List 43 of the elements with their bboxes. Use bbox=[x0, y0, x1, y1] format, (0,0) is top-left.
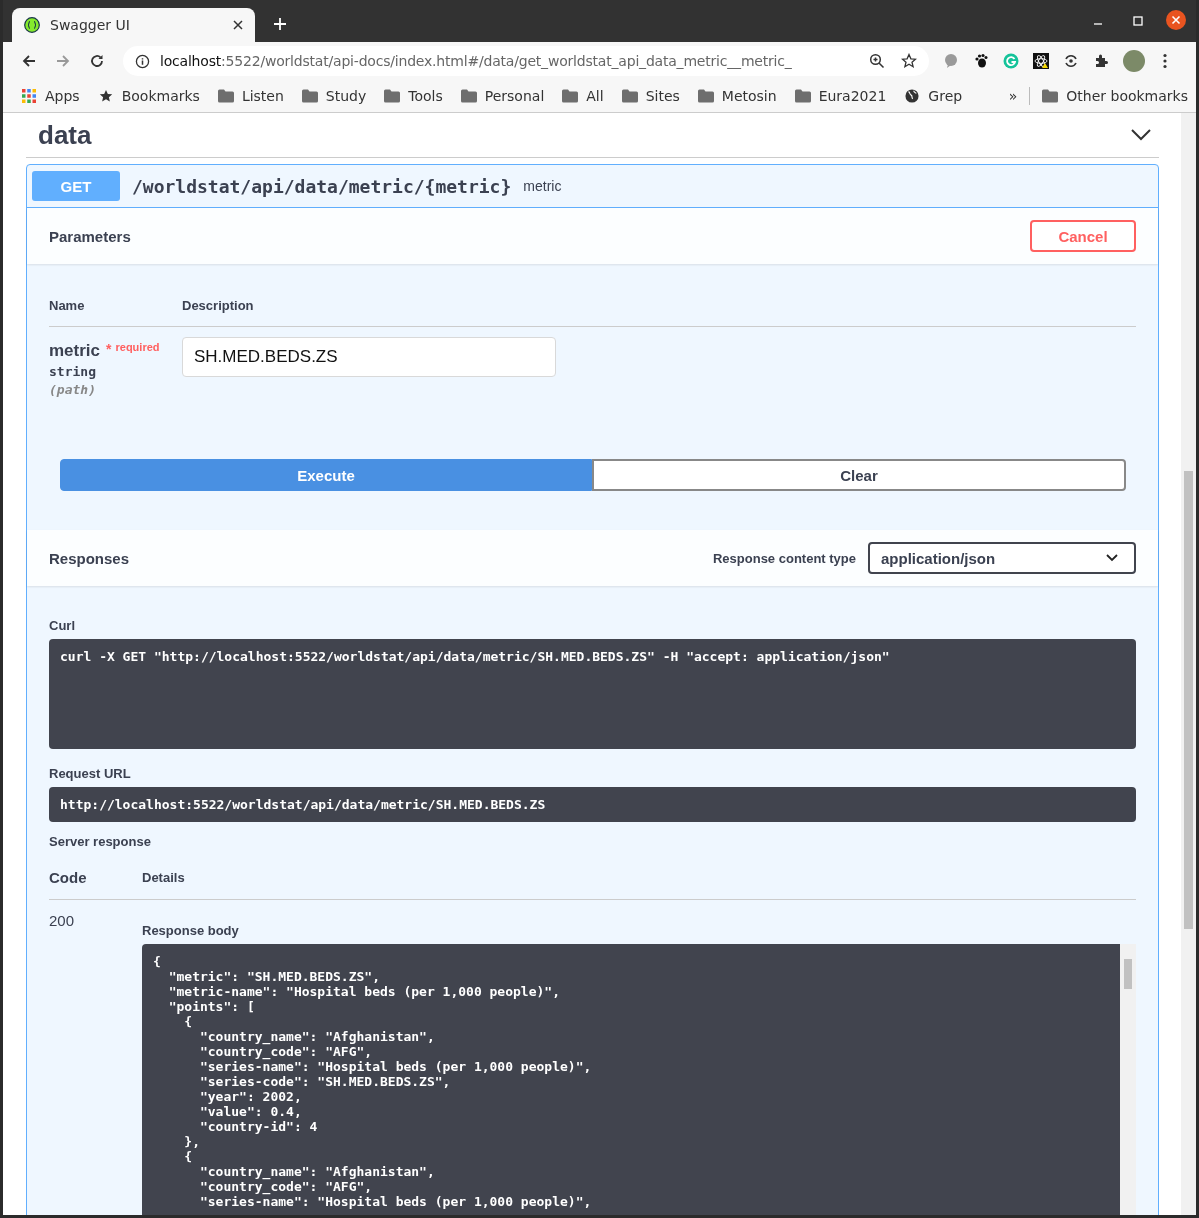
section-title[interactable]: data bbox=[38, 119, 92, 151]
endpoint-summary: metric bbox=[523, 178, 562, 194]
request-url: http://localhost:5522/worldstat/api/data/metric/SH.MED.BEDS.ZS bbox=[49, 787, 1136, 822]
method-badge: GET bbox=[32, 171, 120, 201]
browser-tab[interactable]: Swagger UI bbox=[12, 8, 255, 42]
parameter-type: string bbox=[49, 364, 97, 379]
url-text: localhost:5522/worldstat/api-docs/index.html#/data/get_worldstat_api_data_metric__metric_ bbox=[160, 53, 792, 69]
response-body-label: Response body bbox=[142, 923, 240, 938]
json-text: { "metric": "SH.MED.BEDS.ZS", "metric-name": "Hospital beds (per 1,000 people)", "points": [ { "country_name": "Afghanistan", "country_code": "AFG", "series-name": "Hospital beds (per 1,000 people)", "series-code": "SH.MED.BEDS.ZS", "year": 2002, "value": 0.4, "country-id": 4 }, { "country_name": "Afghanistan", "country_code": "AFG", "series-name": "Hospital beds (per 1,000 people)", bbox=[152, 953, 593, 1211]
bookmark-item[interactable]: Metosin bbox=[697, 88, 777, 104]
clear-button[interactable]: Clear bbox=[592, 459, 1126, 491]
parameter-location: (path) bbox=[49, 382, 97, 397]
curl-command: curl -X GET "http://localhost:5522/worldstat/api/data/metric/SH.MED.BEDS.ZS" -H "accept: application/json" bbox=[49, 639, 1136, 749]
response-code: 200 bbox=[49, 912, 76, 931]
parameters-heading: Parameters bbox=[49, 227, 131, 245]
parameter-name: metric bbox=[49, 341, 101, 361]
parameter-input[interactable]: SH.MED.BEDS.ZS bbox=[182, 337, 556, 377]
responses-heading: Responses bbox=[49, 549, 130, 567]
bookmark-item[interactable]: Listen bbox=[217, 88, 284, 104]
more-bookmarks-button[interactable]: » bbox=[1008, 88, 1018, 104]
bookmark-item[interactable]: Sites bbox=[621, 88, 680, 104]
endpoint-path[interactable]: /worldstat/api/data/metric/{metric} bbox=[132, 175, 512, 197]
content-type-label: Response content type bbox=[712, 550, 856, 566]
bookmark-item[interactable]: Eura2021 bbox=[794, 88, 887, 104]
bookmark-item[interactable]: Study bbox=[301, 88, 367, 104]
column-header: Code bbox=[49, 868, 88, 886]
bookmark-item[interactable]: Personal bbox=[460, 88, 545, 104]
other-bookmarks-item[interactable]: Other bookmarks bbox=[1042, 88, 1188, 104]
column-header: Details bbox=[142, 869, 185, 885]
column-header: Description bbox=[182, 298, 254, 313]
required-asterisk: * bbox=[106, 341, 112, 357]
bookmark-item[interactable]: All bbox=[562, 88, 604, 104]
address-bar[interactable]: localhost:5522/worldstat/api-docs/index.html#/data/get_worldstat_api_data_metric__metric_ bbox=[123, 46, 929, 76]
server-response-label: Server response bbox=[49, 834, 152, 849]
bookmark-item[interactable]: Tools bbox=[384, 88, 443, 104]
bookmark-item[interactable]: Apps bbox=[21, 88, 80, 104]
bookmark-item[interactable]: Bookmarks bbox=[97, 88, 200, 104]
bookmark-item[interactable]: Grep bbox=[904, 88, 963, 104]
request-url-label: Request URL bbox=[49, 766, 132, 781]
required-label: required bbox=[115, 341, 160, 353]
column-header: Name bbox=[49, 298, 86, 313]
curl-label: Curl bbox=[49, 618, 76, 633]
content-type-select[interactable]: application/json bbox=[868, 542, 1136, 574]
